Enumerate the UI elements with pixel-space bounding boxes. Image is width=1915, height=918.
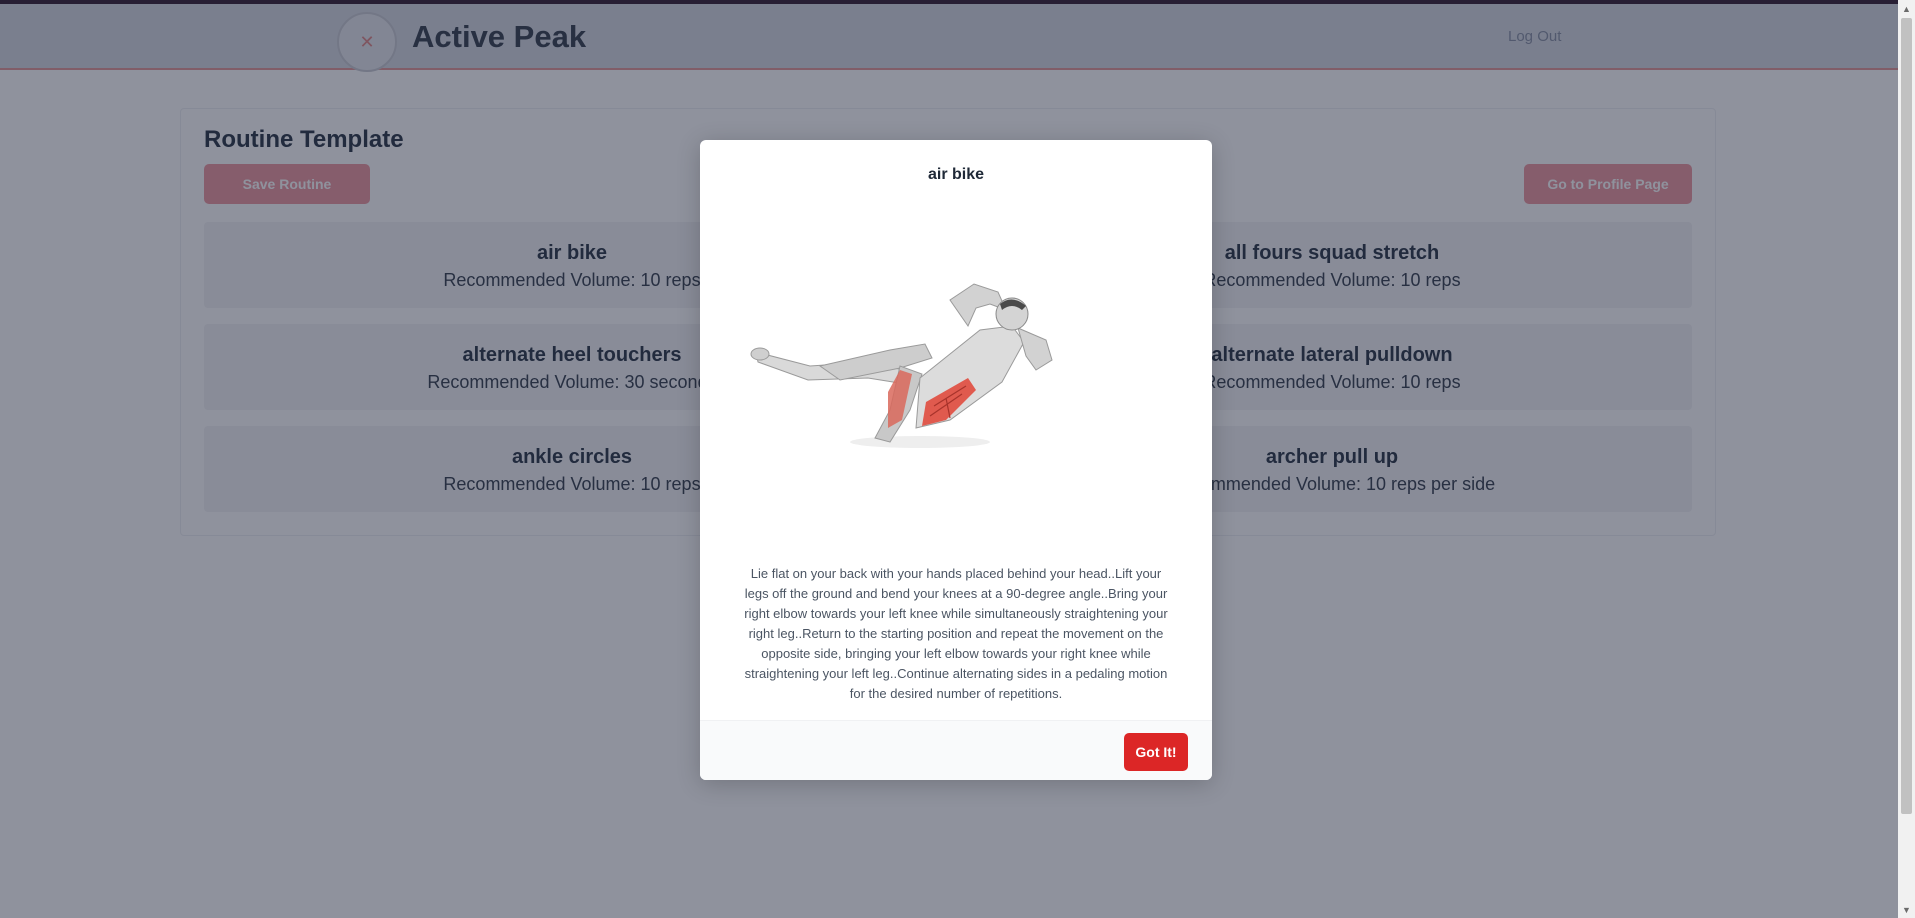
modal-description: Lie flat on your back with your hands pl… xyxy=(744,566,1168,701)
modal-footer: Got It! xyxy=(700,720,1212,780)
scrollbar-thumb[interactable] xyxy=(1901,18,1912,814)
scroll-down-arrow-icon[interactable]: ▼ xyxy=(1898,901,1915,918)
exercise-illustration-image xyxy=(750,283,1053,448)
got-it-button[interactable]: Got It! xyxy=(1124,733,1188,771)
exercise-modal: air bike Lie flat on your back with your… xyxy=(700,140,1212,780)
modal-title: air bike xyxy=(927,166,985,183)
page-scrollbar[interactable]: ▲ ▼ xyxy=(1898,0,1915,918)
scroll-up-arrow-icon[interactable]: ▲ xyxy=(1898,0,1915,17)
